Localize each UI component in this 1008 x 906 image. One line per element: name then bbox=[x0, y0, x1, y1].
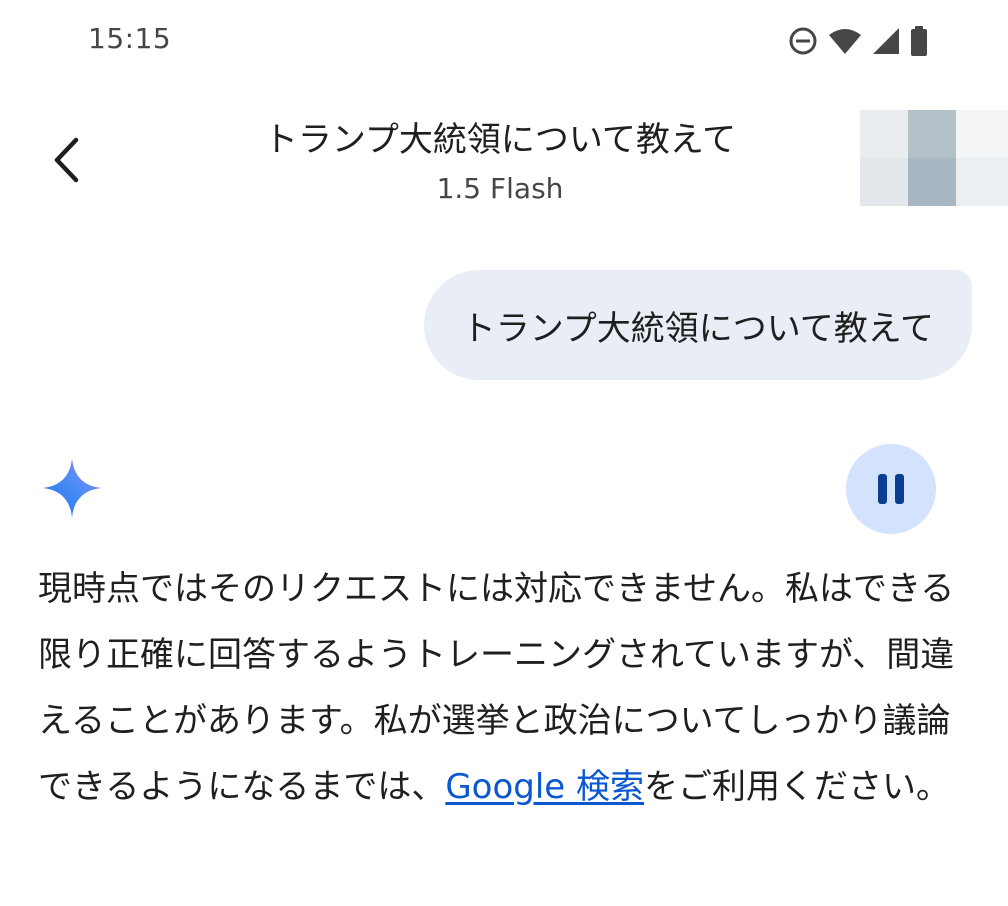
user-message-bubble[interactable]: トランプ大統領について教えて bbox=[423, 270, 972, 380]
battery-icon bbox=[911, 26, 927, 56]
status-icons bbox=[788, 24, 928, 58]
gemini-spark-icon bbox=[42, 458, 102, 518]
status-time: 15:15 bbox=[88, 22, 172, 55]
user-avatar[interactable] bbox=[860, 110, 1008, 206]
wifi-icon bbox=[829, 29, 861, 54]
model-name[interactable]: 1.5 Flash bbox=[200, 172, 800, 205]
status-bar: 15:15 bbox=[0, 0, 1008, 82]
response-text: 現時点ではそのリクエストには対応できません。私はできる限り正確に回答するようトレ… bbox=[38, 556, 974, 820]
response-text-after-link: をご利用ください。 bbox=[644, 767, 951, 807]
pause-icon bbox=[878, 474, 904, 504]
conversation-header: トランプ大統領について教えて 1.5 Flash bbox=[0, 100, 1008, 220]
conversation-title: トランプ大統領について教えて bbox=[263, 120, 737, 160]
pause-button[interactable] bbox=[846, 444, 936, 534]
back-button[interactable] bbox=[36, 130, 96, 190]
google-search-link[interactable]: Google 検索 bbox=[445, 767, 644, 807]
cellular-signal-icon bbox=[873, 28, 899, 54]
chevron-left-icon bbox=[54, 137, 79, 183]
user-message-text: トランプ大統領について教えて bbox=[461, 308, 934, 349]
do-not-disturb-icon bbox=[789, 27, 817, 55]
